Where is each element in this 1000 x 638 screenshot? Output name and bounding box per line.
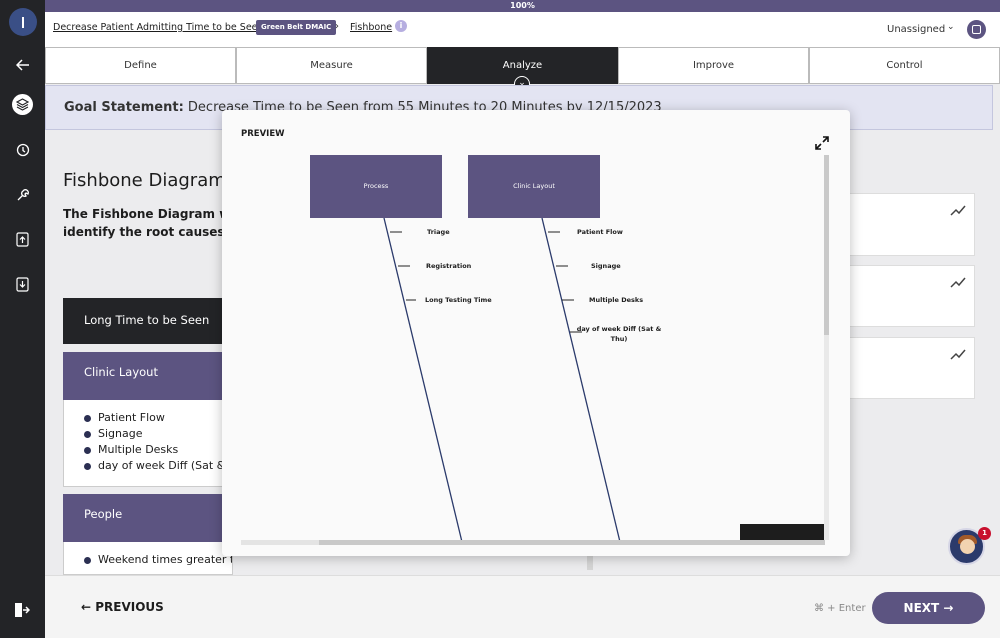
diagram-bone-label: Patient Flow bbox=[577, 228, 623, 236]
diagram-bone-label: day of week Diff (Sat & Thu) bbox=[576, 325, 662, 343]
back-arrow-icon[interactable] bbox=[12, 54, 33, 75]
diagram-category-box: Process bbox=[310, 155, 442, 218]
tool-card[interactable] bbox=[848, 193, 975, 256]
description-line-1: The Fishbone Diagram will bbox=[63, 207, 233, 221]
tab-define[interactable]: Define bbox=[45, 47, 236, 84]
tool-card[interactable] bbox=[848, 265, 975, 327]
tool-card[interactable] bbox=[848, 337, 975, 399]
scroll-thumb[interactable] bbox=[319, 540, 825, 545]
diagram-category-box: Clinic Layout bbox=[468, 155, 600, 218]
diagram-bone-label: Signage bbox=[591, 262, 621, 270]
divider bbox=[587, 556, 593, 570]
footer: ← PREVIOUS ⌘ + Enter NEXT → bbox=[45, 575, 1000, 638]
horizontal-scrollbar[interactable] bbox=[241, 540, 825, 545]
sidebar bbox=[0, 0, 45, 638]
diagram-bone-label: Long Testing Time bbox=[425, 296, 492, 304]
user-avatar[interactable] bbox=[9, 8, 37, 36]
preview-label: PREVIEW bbox=[241, 129, 285, 139]
vertical-scrollbar[interactable] bbox=[824, 155, 829, 540]
breadcrumb-project[interactable]: Decrease Patient Admitting Time to be Se… bbox=[53, 22, 264, 33]
list-item: Weekend times greater than weekdays bbox=[84, 552, 232, 568]
trend-icon[interactable] bbox=[950, 348, 966, 360]
preview-modal: Process Clinic Layout Triage Registratio… bbox=[222, 110, 850, 556]
clock-icon[interactable] bbox=[12, 139, 33, 160]
category-body: Weekend times greater than weekdays bbox=[63, 542, 233, 575]
progress-bar: 100% bbox=[45, 0, 1000, 12]
list-item: Multiple Desks bbox=[84, 442, 232, 458]
arrow-left-icon: ← bbox=[81, 600, 96, 614]
page-description: The Fishbone Diagram will identify the r… bbox=[63, 205, 233, 241]
avatar-face bbox=[960, 539, 975, 554]
tab-improve[interactable]: Improve bbox=[618, 47, 809, 84]
diagram-bone-label: Multiple Desks bbox=[589, 296, 644, 304]
next-label: NEXT bbox=[903, 601, 940, 615]
next-button[interactable]: NEXT → bbox=[872, 592, 985, 624]
tab-measure[interactable]: Measure bbox=[236, 47, 427, 84]
category-header[interactable]: People bbox=[63, 494, 233, 542]
scroll-thumb[interactable] bbox=[824, 155, 829, 335]
list-item: day of week Diff (Sat & Thu) bbox=[84, 458, 232, 474]
goal-label: Goal Statement: bbox=[64, 100, 184, 115]
info-icon[interactable]: i bbox=[395, 20, 407, 32]
assignee-dropdown[interactable]: Unassigned bbox=[887, 24, 945, 35]
progress-label: 100% bbox=[510, 1, 535, 10]
wrench-icon[interactable] bbox=[12, 184, 33, 205]
diagram-bone-label: Triage bbox=[427, 228, 450, 236]
category-header[interactable]: Clinic Layout bbox=[63, 352, 233, 400]
download-icon[interactable] bbox=[12, 274, 33, 295]
category-body: Patient Flow Signage Multiple Desks day … bbox=[63, 400, 233, 487]
methodology-badge: Green Belt DMAIC bbox=[256, 20, 337, 35]
previous-label: PREVIOUS bbox=[95, 600, 164, 614]
keyboard-shortcut-hint: ⌘ + Enter bbox=[814, 603, 866, 614]
description-line-2: identify the root causes to bbox=[63, 225, 233, 239]
arrow-right-icon: → bbox=[939, 601, 954, 615]
effect-box[interactable]: Long Time to be Seen bbox=[63, 298, 233, 344]
diagram-bone-label: Registration bbox=[426, 262, 472, 270]
exit-icon[interactable] bbox=[14, 602, 31, 622]
trend-icon[interactable] bbox=[950, 276, 966, 288]
layers-icon[interactable] bbox=[12, 94, 33, 115]
chevron-down-icon[interactable]: ⌄ bbox=[947, 22, 955, 32]
upload-icon[interactable] bbox=[12, 229, 33, 250]
header: Decrease Patient Admitting Time to be Se… bbox=[45, 12, 1000, 47]
list-item: Patient Flow bbox=[84, 410, 232, 426]
expand-icon[interactable] bbox=[815, 135, 829, 154]
previous-button[interactable]: ← PREVIOUS bbox=[81, 600, 164, 614]
fishbone-preview: Process Clinic Layout Triage Registratio… bbox=[222, 110, 850, 556]
list-item: Signage bbox=[84, 426, 232, 442]
trend-icon[interactable] bbox=[950, 204, 966, 216]
notification-badge: 1 bbox=[978, 527, 991, 540]
breadcrumb-separator: › bbox=[335, 21, 339, 32]
tab-control[interactable]: Control bbox=[809, 47, 1000, 84]
breadcrumb-tool[interactable]: Fishbone bbox=[350, 22, 392, 33]
notes-icon[interactable] bbox=[967, 20, 986, 39]
diagram-effect-head bbox=[740, 524, 825, 540]
page-title: Fishbone Diagram bbox=[63, 170, 226, 191]
